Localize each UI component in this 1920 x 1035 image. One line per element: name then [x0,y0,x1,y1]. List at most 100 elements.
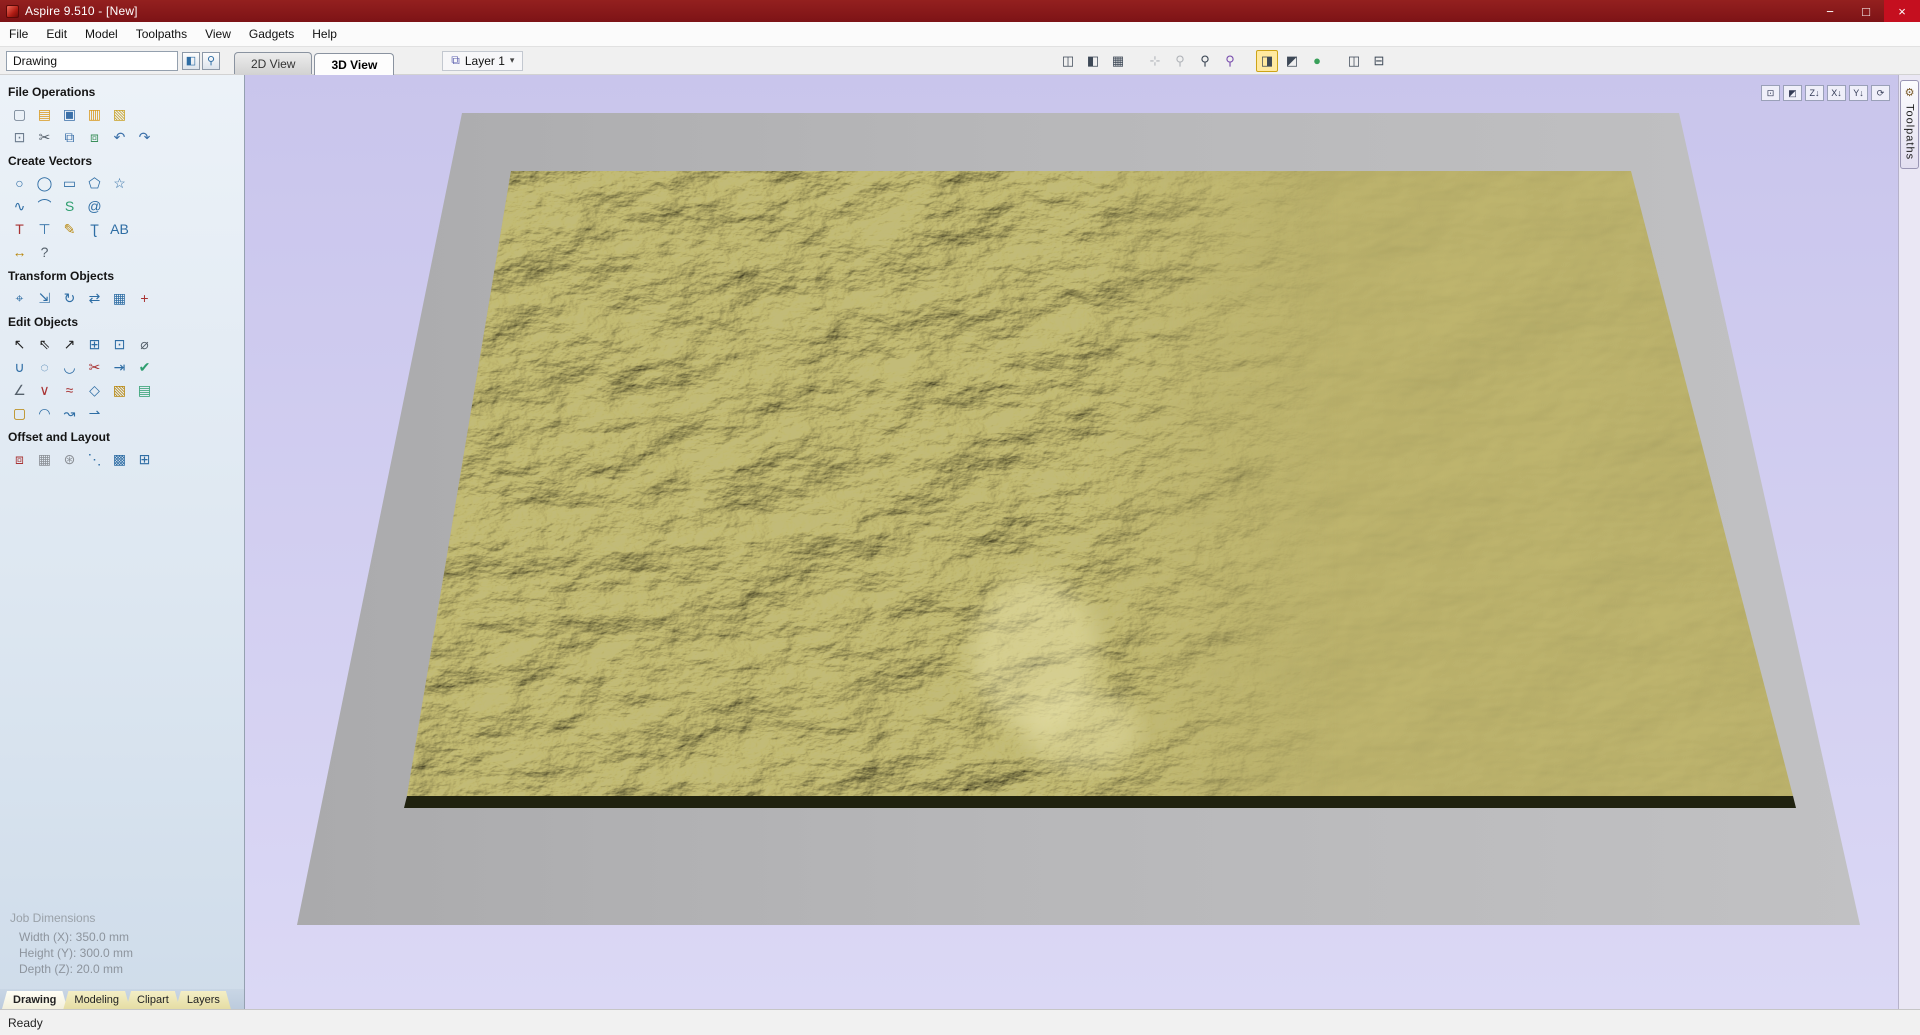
panel-tab-drawing[interactable]: Drawing [2,991,67,1009]
view-3d[interactable]: ⊡ ◩ Z↓ X↓ Y↓ ⟳ [245,75,1898,1009]
fit-arc-icon[interactable]: ◠ [33,402,56,424]
bend-curve-icon[interactable]: ⇀ [83,402,106,424]
guides-icon[interactable]: ⊡ [108,333,131,355]
redo-icon[interactable]: ↷ [133,126,156,148]
new-file-icon[interactable]: ▢ [8,103,31,125]
toggle-material-icon[interactable]: ● [1306,50,1328,72]
save-file-icon[interactable]: ▣ [58,103,81,125]
view-along-x-icon[interactable]: X↓ [1827,85,1846,101]
split-view-icon[interactable]: ◧ [1082,50,1104,72]
tile-windows-vertical-icon[interactable]: ◫ [1343,50,1365,72]
view-along-y-icon[interactable]: Y↓ [1849,85,1868,101]
export-vectors-icon[interactable]: ▧ [108,103,131,125]
dock-panel-icon[interactable]: ◧ [182,51,200,70]
undo-icon[interactable]: ↶ [108,126,131,148]
rotate-view-icon[interactable]: ⟳ [1871,85,1890,101]
trim-tool-icon[interactable]: ✂ [83,356,106,378]
layer-dropdown[interactable]: ⧉ Layer 1 ▾ [442,50,524,71]
menu-toolpaths[interactable]: Toolpaths [127,22,196,46]
circular-array-icon[interactable]: ⊛ [58,448,81,470]
align-objects-icon[interactable]: ▦ [108,287,131,309]
node-edit-tool-icon[interactable]: ⇖ [33,333,56,355]
quick-measure-icon[interactable]: ? [33,241,56,263]
text-in-box-icon[interactable]: ⊤ [33,218,56,240]
toggle-2d-3d-view-icon[interactable]: ◫ [1057,50,1079,72]
draw-rectangle-icon[interactable]: ▭ [58,172,81,194]
draw-curve-icon[interactable]: S [58,195,81,217]
fillet-tool-icon[interactable]: ◡ [58,356,81,378]
menu-view[interactable]: View [196,22,240,46]
draw-ellipse-icon[interactable]: ◯ [33,172,56,194]
tab-3d-view[interactable]: 3D View [314,53,395,75]
menu-help[interactable]: Help [303,22,346,46]
iso-view-icon[interactable]: ◩ [1783,85,1802,101]
draw-spiral-icon[interactable]: @ [83,195,106,217]
zoom-to-selection-icon[interactable]: ⚲ [1219,50,1241,72]
layout-grid-icon[interactable]: ⊞ [133,448,156,470]
extend-tool-icon[interactable]: ⇥ [108,356,131,378]
interactive-transform-icon[interactable]: ↗ [58,333,81,355]
select-tool-icon[interactable]: ↖ [8,333,31,355]
trace-bitmap-icon[interactable]: ▧ [108,379,131,401]
zoom-window-icon[interactable]: ⚲ [1194,50,1216,72]
close-vector-icon[interactable]: ◌ [33,356,56,378]
toggle-wireframe-icon[interactable]: ◩ [1281,50,1303,72]
edit-picture-icon[interactable]: ▤ [133,379,156,401]
draw-polygon-icon[interactable]: ⬠ [83,172,106,194]
draw-star-icon[interactable]: ☆ [108,172,131,194]
panel-tab-layers[interactable]: Layers [176,991,231,1009]
panel-selector[interactable]: Drawing [6,50,178,71]
measure-tool-icon[interactable]: ⌀ [133,333,156,355]
tile-windows-horizontal-icon[interactable]: ⊟ [1368,50,1390,72]
select-all-icon[interactable]: ⊡ [8,126,31,148]
draw-arc-icon[interactable]: ⌒ [33,195,56,217]
nesting-icon[interactable]: ▩ [108,448,131,470]
cut-icon[interactable]: ✂ [33,126,56,148]
maximize-button[interactable]: □ [1848,0,1884,22]
copy-along-path-icon[interactable]: ⋱ [83,448,106,470]
vector-validator-icon[interactable]: ✔ [133,356,156,378]
minimize-button[interactable]: − [1812,0,1848,22]
center-in-material-icon[interactable]: + [133,287,156,309]
draw-text-icon[interactable]: T [8,218,31,240]
menu-edit[interactable]: Edit [37,22,76,46]
toolpaths-tab[interactable]: ⚙ Toolpaths [1900,80,1919,170]
rotate-selection-icon[interactable]: ↻ [58,287,81,309]
set-size-icon[interactable]: ⇲ [33,287,56,309]
plan-view-z-icon[interactable]: Z↓ [1805,85,1824,101]
join-vectors-icon[interactable]: ∪ [8,356,31,378]
pan-view-icon[interactable]: ⊹ [1144,50,1166,72]
toggle-shading-icon[interactable]: ◨ [1256,49,1278,72]
move-selection-icon[interactable]: ⌖ [8,287,31,309]
warp-object-icon[interactable]: ◇ [83,379,106,401]
snap-grid-icon[interactable]: ⊞ [83,333,106,355]
cut-vector-icon[interactable]: ∠ [8,379,31,401]
array-copy-icon[interactable]: ▦ [33,448,56,470]
edit-text-icon[interactable]: ✎ [58,218,81,240]
paste-icon[interactable]: ⧈ [83,126,106,148]
weld-vectors-icon[interactable]: ∨ [33,379,56,401]
stretch-curve-icon[interactable]: ↝ [58,402,81,424]
import-vectors-icon[interactable]: ▥ [83,103,106,125]
menu-gadgets[interactable]: Gadgets [240,22,303,46]
draw-polyline-icon[interactable]: ∿ [8,195,31,217]
draw-circle-icon[interactable]: ○ [8,172,31,194]
text-on-curve-icon[interactable]: Ʈ [83,218,106,240]
tab-2d-view[interactable]: 2D View [234,52,313,74]
round-corners-icon[interactable]: ▢ [8,402,31,424]
menu-file[interactable]: File [0,22,37,46]
open-file-icon[interactable]: ▤ [33,103,56,125]
close-button[interactable]: × [1884,0,1920,22]
text-spacing-icon[interactable]: AB [108,218,131,240]
scale-to-fit-icon[interactable]: ⊡ [1761,85,1780,101]
smooth-vectors-icon[interactable]: ≈ [58,379,81,401]
panel-tab-clipart[interactable]: Clipart [126,991,180,1009]
offset-vectors-icon[interactable]: ⧈ [8,448,31,470]
mirror-selection-icon[interactable]: ⇄ [83,287,106,309]
toggle-grid-icon[interactable]: ▦ [1107,50,1129,72]
draw-dimension-icon[interactable]: ↔ [8,241,31,263]
pin-panel-icon[interactable]: ⚲ [202,51,220,70]
panel-tab-modeling[interactable]: Modeling [63,991,130,1009]
copy-icon[interactable]: ⧉ [58,126,81,148]
zoom-out-icon[interactable]: ⚲ [1169,50,1191,72]
